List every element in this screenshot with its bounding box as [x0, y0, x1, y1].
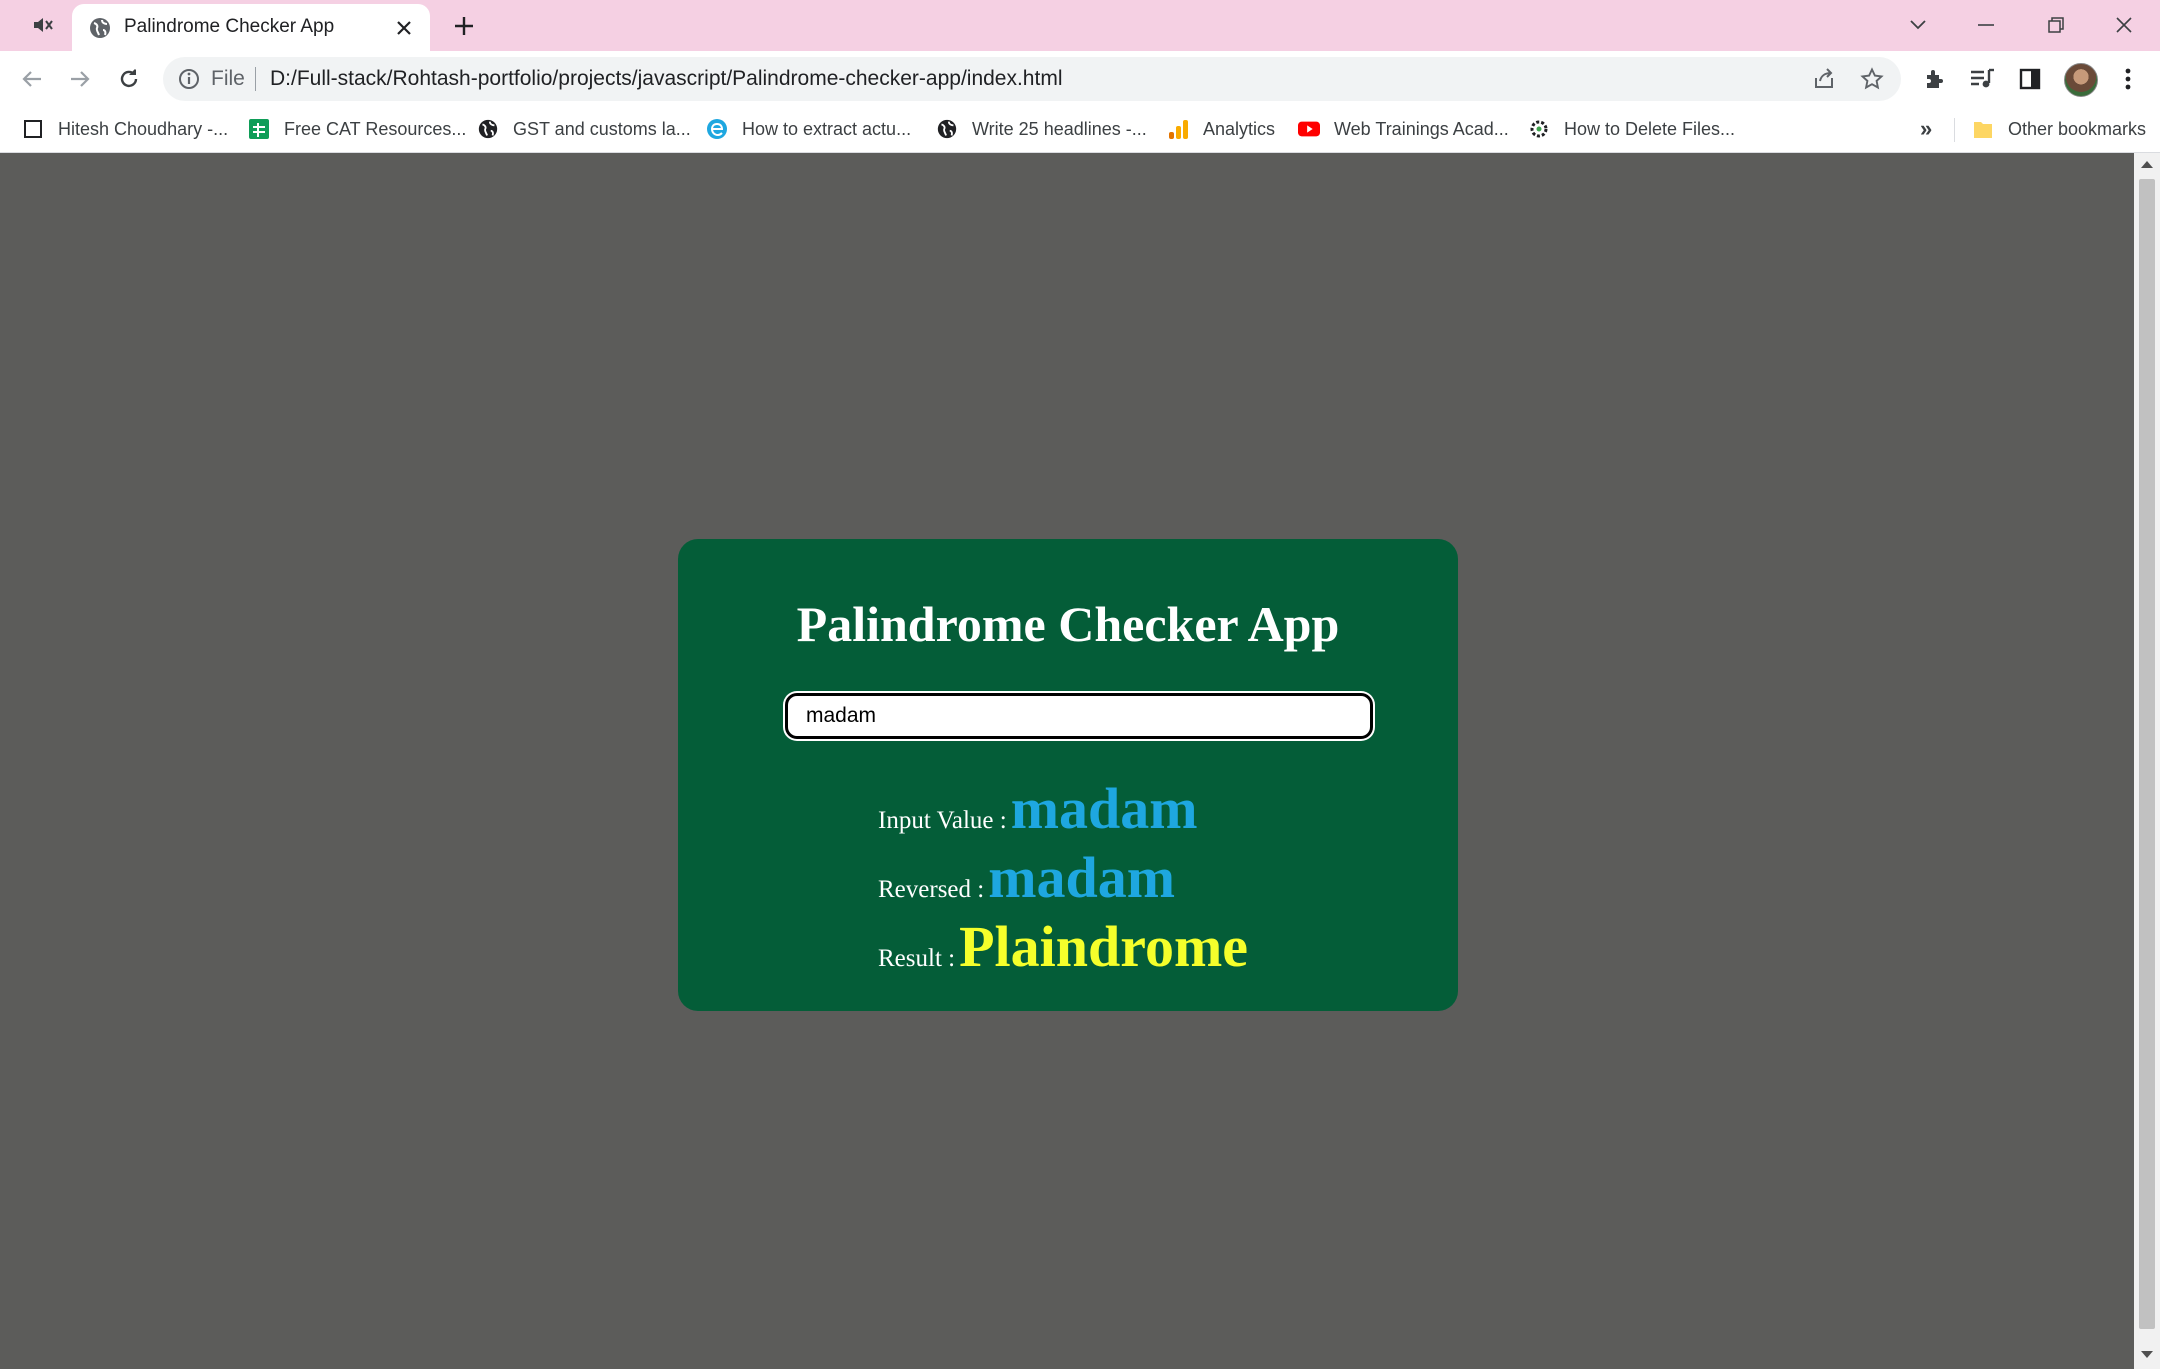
- result-row: Result : Plaindrome: [878, 913, 1248, 980]
- url-text[interactable]: D:/Full-stack/Rohtash-portfolio/projects…: [270, 67, 1062, 91]
- forward-arrow-icon[interactable]: [62, 61, 98, 97]
- bookmark-label: How to Delete Files...: [1564, 118, 1736, 139]
- reload-icon[interactable]: [111, 61, 147, 97]
- globe-icon: [477, 118, 499, 140]
- page-icon: [22, 118, 44, 140]
- bookmark-item[interactable]: Write 25 headlines -...: [936, 114, 1147, 144]
- other-bookmarks[interactable]: Other bookmarks: [1972, 114, 2146, 144]
- bookmarks-overflow-button[interactable]: »: [1920, 116, 1932, 142]
- input-value-label: Input Value :: [878, 807, 1007, 834]
- palindrome-input[interactable]: [785, 693, 1373, 739]
- media-control-icon[interactable]: [1967, 64, 1997, 94]
- bookmark-item[interactable]: Hitesh Choudhary -...: [22, 114, 228, 144]
- bookmark-item[interactable]: How to extract actu...: [706, 114, 911, 144]
- bookmark-item[interactable]: Free CAT Resources...: [248, 114, 466, 144]
- browser-toolbar: File D:/Full-stack/Rohtash-portfolio/pro…: [0, 51, 2160, 106]
- tab-search-chevron-down-icon[interactable]: [1898, 8, 1938, 42]
- bookmark-label: Analytics: [1203, 118, 1276, 139]
- back-arrow-icon[interactable]: [14, 61, 50, 97]
- profile-avatar[interactable]: [2064, 63, 2098, 97]
- app-title: Palindrome Checker App: [796, 596, 1340, 652]
- bookmark-item[interactable]: Analytics: [1167, 114, 1275, 144]
- minimize-button[interactable]: [1966, 8, 2006, 42]
- gear-icon: [1528, 118, 1550, 140]
- bookmark-label: Free CAT Resources...: [284, 118, 467, 139]
- more-menu-icon[interactable]: [2113, 64, 2143, 94]
- tab-palindrome-checker[interactable]: Palindrome Checker App: [72, 4, 430, 51]
- other-bookmarks-label: Other bookmarks: [2008, 118, 2147, 139]
- folder-icon: [1972, 118, 1994, 140]
- bookmark-label: Write 25 headlines -...: [972, 118, 1147, 139]
- bookmark-item[interactable]: GST and customs la...: [477, 114, 691, 144]
- input-value-text: madam: [1010, 776, 1198, 841]
- bookmark-label: Web Trainings Acad...: [1334, 118, 1509, 139]
- bookmark-label: GST and customs la...: [513, 118, 691, 139]
- bookmark-star-icon[interactable]: [1860, 67, 1884, 91]
- close-icon[interactable]: [392, 16, 416, 40]
- bookmark-item[interactable]: How to Delete Files...: [1528, 114, 1735, 144]
- bookmark-label: How to extract actu...: [742, 118, 912, 139]
- address-bar[interactable]: File D:/Full-stack/Rohtash-portfolio/pro…: [163, 57, 1901, 101]
- globe-icon: [88, 16, 112, 40]
- share-icon[interactable]: [1812, 67, 1836, 91]
- side-panel-icon[interactable]: [2015, 64, 2045, 94]
- youtube-icon: [1298, 118, 1320, 140]
- reversed-label: Reversed :: [878, 876, 985, 903]
- extensions-icon[interactable]: [1920, 64, 1950, 94]
- close-window-button[interactable]: [2104, 8, 2144, 42]
- palindrome-card: Palindrome Checker App Input Value : mad…: [678, 539, 1458, 1011]
- result-value: Plaindrome: [959, 914, 1249, 979]
- omnibox-divider: [255, 67, 256, 91]
- input-value-row: Input Value : madam: [878, 775, 1198, 842]
- scroll-down-arrow-icon[interactable]: [2141, 1351, 2153, 1358]
- info-icon[interactable]: [177, 67, 201, 91]
- new-tab-button[interactable]: [449, 11, 479, 41]
- bookmark-label: Hitesh Choudhary -...: [58, 118, 229, 139]
- bookmarks-bar: Hitesh Choudhary -... Free CAT Resources…: [0, 106, 2160, 153]
- reversed-value: madam: [988, 845, 1176, 910]
- analytics-icon: [1167, 118, 1189, 140]
- edge-icon: [706, 118, 728, 140]
- reversed-row: Reversed : madam: [878, 844, 1175, 911]
- browser-titlebar: Palindrome Checker App: [0, 0, 2160, 51]
- restore-button[interactable]: [2036, 8, 2076, 42]
- vertical-scrollbar[interactable]: [2134, 153, 2160, 1369]
- bookmarks-divider: [1954, 118, 1955, 142]
- globe-icon: [936, 118, 958, 140]
- scrollbar-thumb[interactable]: [2139, 179, 2155, 1329]
- sheets-icon: [248, 118, 270, 140]
- page-viewport: Palindrome Checker App Input Value : mad…: [0, 153, 2134, 1369]
- result-label: Result :: [878, 945, 956, 972]
- url-scheme-label: File: [211, 67, 245, 90]
- bookmark-item[interactable]: Web Trainings Acad...: [1298, 114, 1509, 144]
- tab-audio-icon[interactable]: [28, 12, 58, 38]
- tab-title: Palindrome Checker App: [124, 16, 335, 37]
- scroll-up-arrow-icon[interactable]: [2141, 161, 2153, 168]
